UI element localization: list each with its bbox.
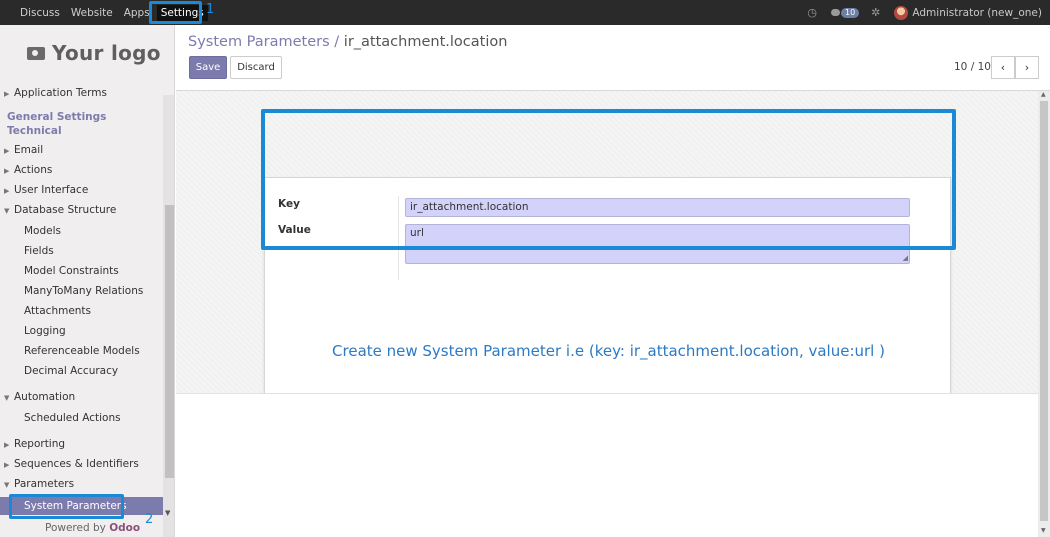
save-button[interactable]: Save	[189, 56, 227, 79]
company-logo[interactable]: Your logo	[27, 41, 161, 65]
caret-down-icon: ▼	[4, 481, 10, 489]
systray: ◷ 10 ✲ Administrator (new_one)	[807, 0, 1050, 25]
chevron-right-icon: ›	[1024, 61, 1030, 74]
instruction-annotation: Create new System Parameter i.e (key: ir…	[332, 342, 885, 360]
odoo-link[interactable]: Odoo	[109, 522, 140, 534]
powered-by: Powered by Odoo	[45, 522, 141, 534]
caret-right-icon: ▶	[4, 167, 10, 175]
messages-button[interactable]: 10	[830, 7, 860, 18]
sidebar-item-application-terms[interactable]: ▶ Application Terms	[0, 87, 163, 99]
sidebar-item-models[interactable]: Models	[0, 225, 163, 237]
sidebar-item-user-interface[interactable]: ▶ User Interface	[0, 184, 163, 196]
main-content: System Parameters / ir_attachment.locati…	[176, 25, 1050, 537]
sidebar-item-scheduled-actions[interactable]: Scheduled Actions	[0, 412, 163, 424]
sidebar-section-technical[interactable]: Technical	[0, 125, 163, 137]
scroll-down-icon[interactable]: ▼	[1041, 527, 1046, 534]
callout-box-form-fields	[261, 109, 956, 250]
message-count-badge: 10	[840, 7, 860, 18]
sidebar-item-database-structure[interactable]: ▼ Database Structure	[0, 204, 163, 216]
sidebar-item-automation[interactable]: ▼ Automation	[0, 391, 163, 403]
pager-counter: 10 / 10	[954, 61, 991, 73]
caret-right-icon: ▶	[4, 441, 10, 449]
callout-box-settings	[149, 1, 202, 24]
sidebar-item-attachments[interactable]: Attachments	[0, 305, 163, 317]
user-menu[interactable]: Administrator (new_one)	[912, 7, 1042, 19]
breadcrumb-separator: /	[334, 34, 340, 50]
menu-discuss[interactable]: Discuss	[20, 7, 60, 19]
pager-next-button[interactable]: ›	[1015, 56, 1039, 79]
resize-grip-icon[interactable]: ◢	[903, 255, 908, 262]
callout-number-2: 2	[145, 512, 154, 527]
sidebar-section-general-settings[interactable]: General Settings	[0, 111, 163, 123]
camera-icon	[27, 46, 45, 60]
sidebar: Your logo ▶ Application Terms General Set…	[0, 25, 175, 537]
sidebar-item-sequences-identifiers[interactable]: ▶ Sequences & Identifiers	[0, 458, 163, 470]
caret-down-icon: ▼	[4, 394, 10, 402]
menu-apps[interactable]: Apps	[124, 7, 150, 19]
sidebar-item-decimal-accuracy[interactable]: Decimal Accuracy	[0, 365, 163, 377]
breadcrumb: System Parameters / ir_attachment.locati…	[188, 34, 507, 50]
caret-down-icon: ▼	[4, 207, 10, 215]
scroll-up-icon[interactable]: ▲	[1041, 91, 1046, 98]
sidebar-item-parameters[interactable]: ▼ Parameters	[0, 478, 163, 490]
chevron-left-icon: ‹	[1000, 61, 1006, 74]
breadcrumb-current: ir_attachment.location	[343, 34, 508, 50]
pager-prev-button[interactable]: ‹	[991, 56, 1015, 79]
caret-right-icon: ▶	[4, 147, 10, 155]
lower-background	[176, 393, 1038, 537]
logo-text: Your logo	[52, 41, 161, 65]
breadcrumb-parent[interactable]: System Parameters	[188, 34, 330, 50]
caret-right-icon: ▶	[4, 187, 10, 195]
callout-number-1: 1	[206, 2, 215, 17]
menu-website[interactable]: Website	[71, 7, 113, 19]
content-scrollbar-thumb[interactable]	[1040, 101, 1048, 521]
sidebar-item-email[interactable]: ▶ Email	[0, 144, 163, 156]
bug-icon[interactable]: ✲	[871, 6, 880, 19]
sidebar-item-logging[interactable]: Logging	[0, 325, 163, 337]
sidebar-item-model-constraints[interactable]: Model Constraints	[0, 265, 163, 277]
caret-right-icon: ▶	[4, 90, 10, 98]
sidebar-scrollbar-thumb[interactable]	[165, 205, 174, 478]
sidebar-item-referenceable-models[interactable]: Referenceable Models	[0, 345, 163, 357]
scroll-down-icon[interactable]: ▼	[165, 509, 170, 517]
caret-right-icon: ▶	[4, 461, 10, 469]
content-scrollbar[interactable]: ▲ ▼	[1038, 91, 1050, 537]
callout-box-system-parameters	[9, 494, 124, 519]
discard-button[interactable]: Discard	[230, 56, 282, 79]
chat-bubble-icon	[830, 9, 840, 16]
clock-icon[interactable]: ◷	[807, 6, 817, 19]
sidebar-item-reporting[interactable]: ▶ Reporting	[0, 438, 163, 450]
sidebar-item-actions[interactable]: ▶ Actions	[0, 164, 163, 176]
avatar[interactable]	[894, 5, 909, 20]
sidebar-item-many2many-relations[interactable]: ManyToMany Relations	[0, 285, 163, 297]
sidebar-item-fields[interactable]: Fields	[0, 245, 163, 257]
